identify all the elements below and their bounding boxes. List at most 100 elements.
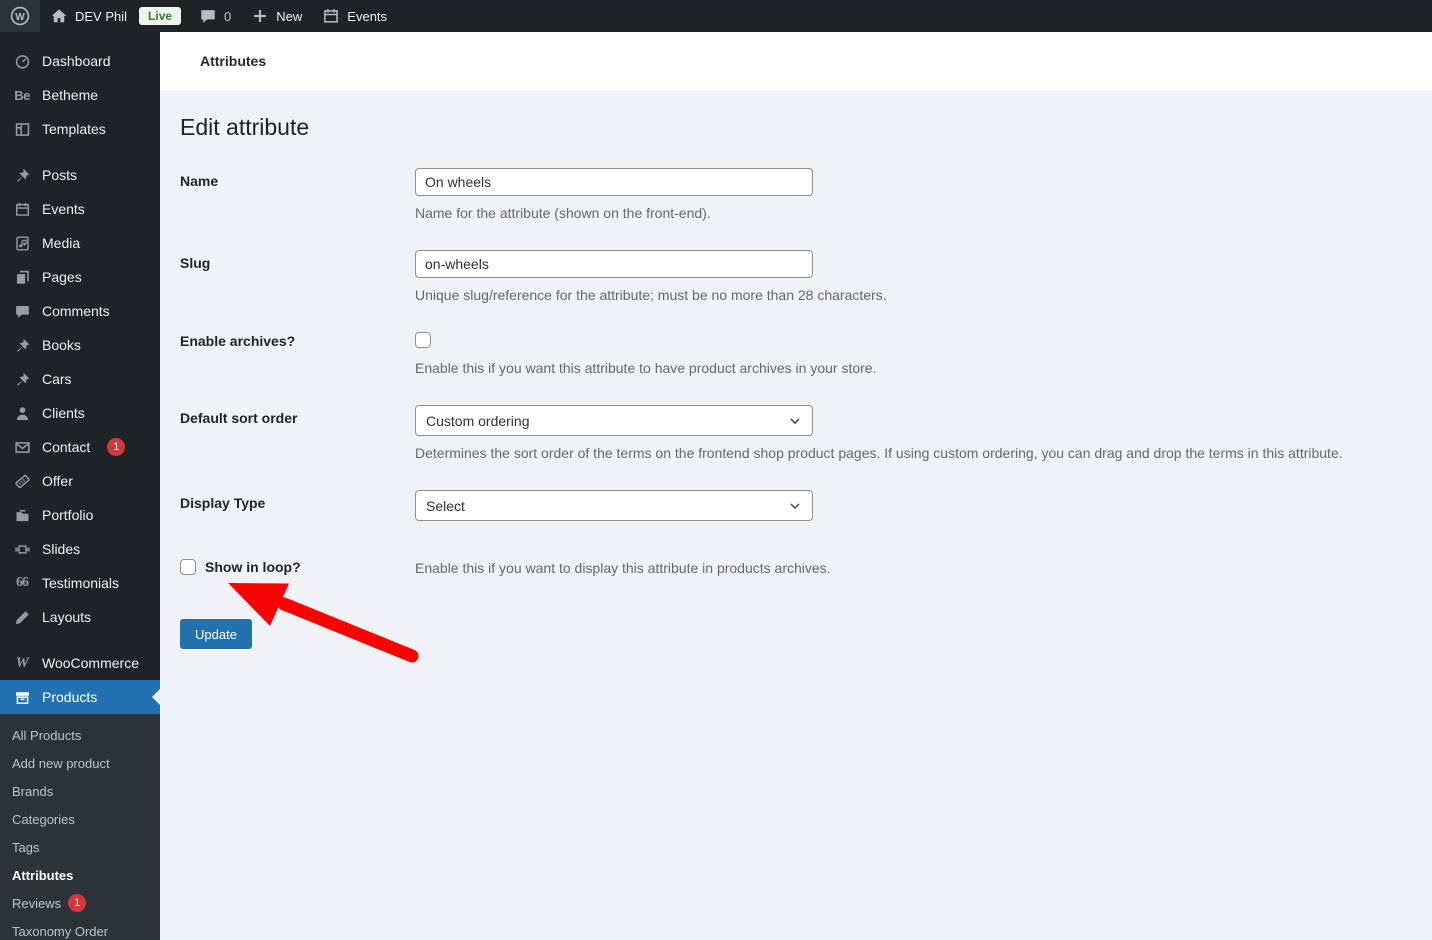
sidebar-item-media[interactable]: Media xyxy=(0,226,160,260)
new-label: New xyxy=(276,8,303,24)
default-sort-order-value: Custom ordering xyxy=(426,412,530,429)
sidebar-item-label: Posts xyxy=(42,167,78,183)
sidebar-item-label: Pages xyxy=(42,269,82,285)
admin-menu: Dashboard Be Betheme Templates Posts Events Me… xyxy=(0,32,160,714)
submenu-item-label: Categories xyxy=(12,811,75,827)
sidebar-item-pages[interactable]: Pages xyxy=(0,260,160,294)
sidebar-item-label: Cars xyxy=(42,371,72,387)
sidebar-item-label: Testimonials xyxy=(42,575,120,591)
submenu-item-label: Brands xyxy=(12,783,54,799)
display-type-select[interactable]: Select xyxy=(415,490,813,521)
submenu-item-add-new-product[interactable]: Add new product xyxy=(0,749,160,777)
sidebar-item-label: Layouts xyxy=(42,609,92,625)
submenu-item-label: Attributes xyxy=(12,867,74,883)
submenu-item-taxonomy-order[interactable]: Taxonomy Order xyxy=(0,917,160,940)
sidebar-item-templates[interactable]: Templates xyxy=(0,112,160,146)
sidebar-item-dashboard[interactable]: Dashboard xyxy=(0,44,160,78)
default-sort-order-select[interactable]: Custom ordering xyxy=(415,405,813,436)
show-in-loop-checkbox[interactable] xyxy=(180,559,196,575)
pages-icon xyxy=(12,267,32,287)
site-name: DEV Phil xyxy=(75,8,128,24)
wordpress-logo-menu[interactable]: W xyxy=(0,0,40,32)
dashboard-icon xyxy=(12,51,32,71)
slug-input[interactable] xyxy=(415,250,813,278)
display-type-label: Display Type xyxy=(180,495,266,511)
sidebar-item-label: Dashboard xyxy=(42,53,111,69)
ticket-icon xyxy=(12,471,32,491)
sidebar-item-clients[interactable]: Clients xyxy=(0,396,160,430)
count-badge: 1 xyxy=(68,894,87,912)
content-area: Attributes Edit attribute Name Name for … xyxy=(160,0,1432,940)
menu-separator xyxy=(0,146,160,158)
name-input[interactable] xyxy=(415,168,813,196)
sidebar-item-betheme[interactable]: Be Betheme xyxy=(0,78,160,112)
show-in-loop-label: Show in loop? xyxy=(205,559,301,575)
new-content-menu[interactable]: New xyxy=(241,0,312,32)
submenu-item-all-products[interactable]: All Products xyxy=(0,721,160,749)
wordpress-icon: W xyxy=(10,6,30,26)
plus-icon xyxy=(251,7,269,25)
products-icon xyxy=(12,687,32,707)
sidebar-item-contact[interactable]: Contact 1 xyxy=(0,430,160,464)
comments-menu[interactable]: 0 xyxy=(189,0,241,32)
templates-icon xyxy=(12,119,32,139)
sidebar-item-label: Comments xyxy=(42,303,110,319)
pin-icon xyxy=(12,335,32,355)
user-icon xyxy=(12,403,32,423)
update-button[interactable]: Update xyxy=(180,619,252,649)
sidebar-item-comments[interactable]: Comments xyxy=(0,294,160,328)
slug-description: Unique slug/reference for the attribute;… xyxy=(415,287,887,303)
svg-text:W: W xyxy=(15,12,25,23)
submenu-item-brands[interactable]: Brands xyxy=(0,777,160,805)
page-title: Edit attribute xyxy=(180,114,310,140)
woocommerce-icon: W xyxy=(15,654,29,671)
sidebar-item-woocommerce[interactable]: W WooCommerce xyxy=(0,646,160,680)
portfolio-icon xyxy=(12,505,32,525)
submenu-item-label: Reviews xyxy=(12,895,62,911)
betheme-icon: Be xyxy=(14,87,30,103)
submenu-item-label: Add new product xyxy=(12,755,110,771)
submenu-item-categories[interactable]: Categories xyxy=(0,805,160,833)
sidebar-item-portfolio[interactable]: Portfolio xyxy=(0,498,160,532)
sidebar-item-label: Products xyxy=(42,689,98,705)
sidebar-item-label: Events xyxy=(42,201,85,217)
page-body: Edit attribute Name Name for the attribu… xyxy=(160,90,1432,649)
admin-sidebar: Dashboard Be Betheme Templates Posts Events Me… xyxy=(0,32,160,940)
sidebar-item-books[interactable]: Books xyxy=(0,328,160,362)
site-name-menu[interactable]: DEV Phil xyxy=(40,0,137,32)
slug-label: Slug xyxy=(180,255,211,271)
sidebar-item-label: Clients xyxy=(42,405,85,421)
home-icon xyxy=(50,7,68,25)
sidebar-item-label: Betheme xyxy=(42,87,99,103)
admin-bar: W DEV Phil Live 0 New Events xyxy=(0,0,1432,32)
envelope-icon xyxy=(12,437,32,457)
sidebar-item-events[interactable]: Events xyxy=(0,192,160,226)
name-description: Name for the attribute (shown on the fro… xyxy=(415,205,711,221)
sidebar-item-posts[interactable]: Posts xyxy=(0,158,160,192)
sidebar-item-label: Books xyxy=(42,337,81,353)
sidebar-item-label: WooCommerce xyxy=(42,655,139,671)
chevron-down-icon xyxy=(787,413,803,429)
page-header: Attributes xyxy=(160,32,1432,90)
page-header-title: Attributes xyxy=(200,53,267,69)
sidebar-item-cars[interactable]: Cars xyxy=(0,362,160,396)
submenu-item-label: Taxonomy Order xyxy=(12,923,109,939)
submenu-item-label: Tags xyxy=(12,839,40,855)
submenu-item-reviews[interactable]: Reviews 1 xyxy=(0,889,160,917)
submenu-item-attributes[interactable]: Attributes xyxy=(0,861,160,889)
sidebar-item-layouts[interactable]: Layouts xyxy=(0,600,160,634)
events-label: Events xyxy=(347,8,388,24)
events-menu[interactable]: Events xyxy=(312,0,397,32)
pin-icon xyxy=(12,165,32,185)
form-row-display-type: Display Type Select xyxy=(180,490,1412,521)
submenu-item-tags[interactable]: Tags xyxy=(0,833,160,861)
sidebar-item-slides[interactable]: Slides xyxy=(0,532,160,566)
sidebar-item-offer[interactable]: Offer xyxy=(0,464,160,498)
sidebar-item-label: Templates xyxy=(42,121,106,137)
enable-archives-checkbox[interactable] xyxy=(415,332,431,348)
sidebar-item-products[interactable]: Products xyxy=(0,680,160,714)
enable-archives-description: Enable this if you want this attribute t… xyxy=(415,360,877,376)
comment-icon xyxy=(199,7,217,25)
form-row-slug: Slug Unique slug/reference for the attri… xyxy=(180,250,1412,303)
sidebar-item-testimonials[interactable]: 66 Testimonials xyxy=(0,566,160,600)
